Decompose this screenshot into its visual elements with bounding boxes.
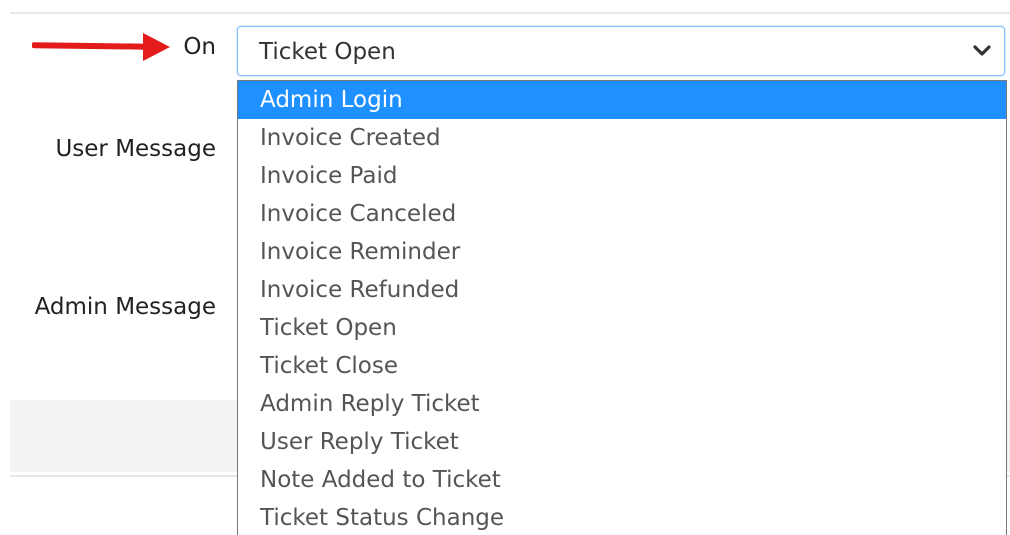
- chevron-down-icon[interactable]: [972, 44, 992, 58]
- option-admin-login[interactable]: Admin Login: [238, 81, 1006, 119]
- on-label: On: [183, 34, 216, 60]
- user-message-label: User Message: [55, 136, 216, 162]
- option-ticket-status-change[interactable]: Ticket Status Change: [238, 499, 1006, 535]
- option-admin-reply-ticket[interactable]: Admin Reply Ticket: [238, 385, 1006, 423]
- option-invoice-created[interactable]: Invoice Created: [238, 119, 1006, 157]
- trigger-options-list: Admin Login Invoice Created Invoice Paid…: [237, 80, 1007, 535]
- option-ticket-close[interactable]: Ticket Close: [238, 347, 1006, 385]
- trigger-select-value: Ticket Open: [259, 39, 396, 65]
- option-ticket-open[interactable]: Ticket Open: [238, 309, 1006, 347]
- admin-message-label: Admin Message: [34, 294, 216, 320]
- option-note-added-to-ticket[interactable]: Note Added to Ticket: [238, 461, 1006, 499]
- option-invoice-canceled[interactable]: Invoice Canceled: [238, 195, 1006, 233]
- option-user-reply-ticket[interactable]: User Reply Ticket: [238, 423, 1006, 461]
- option-invoice-reminder[interactable]: Invoice Reminder: [238, 233, 1006, 271]
- trigger-select[interactable]: Ticket Open: [237, 26, 1005, 76]
- notification-settings-panel: On User Message Admin Message Ticket Ope…: [0, 0, 1010, 535]
- top-divider: [10, 12, 1010, 14]
- option-invoice-paid[interactable]: Invoice Paid: [238, 157, 1006, 195]
- option-invoice-refunded[interactable]: Invoice Refunded: [238, 271, 1006, 309]
